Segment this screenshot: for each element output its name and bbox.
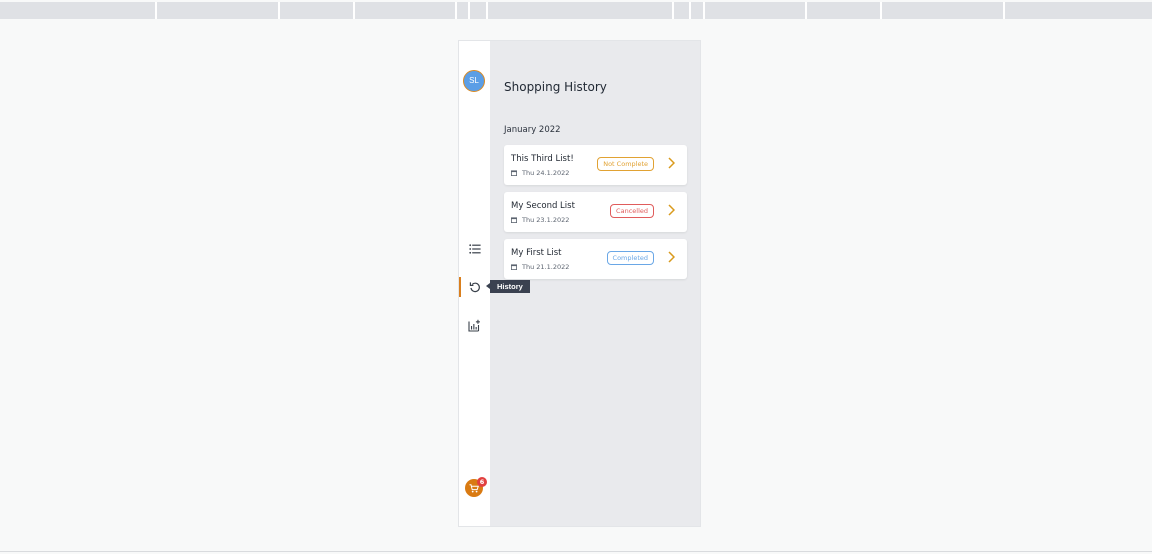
list-item[interactable]: This Third List! Thu 24.1.2022 Not Compl… <box>504 145 687 185</box>
calendar-icon <box>511 170 517 176</box>
month-heading: January 2022 <box>504 125 561 135</box>
bottom-divider <box>0 551 1152 552</box>
page-title: Shopping History <box>504 80 607 94</box>
sidebar-item-statistics[interactable] <box>459 315 490 335</box>
list-date-row: Thu 21.1.2022 <box>511 263 569 271</box>
toolbar-divider <box>455 2 457 19</box>
list-item[interactable]: My First List Thu 21.1.2022 Completed <box>504 239 687 279</box>
history-icon <box>469 282 480 293</box>
toolbar-divider <box>672 2 674 19</box>
toolbar-divider <box>486 2 488 19</box>
toolbar-divider <box>880 2 882 19</box>
toolbar-divider <box>468 2 470 19</box>
list-name: This Third List! <box>511 154 574 164</box>
list-icon <box>468 244 481 254</box>
cart-count-badge: 6 <box>477 477 487 487</box>
list-name: My Second List <box>511 201 575 211</box>
list-item[interactable]: My Second List Thu 23.1.2022 Cancelled <box>504 192 687 232</box>
sidebar-item-lists[interactable] <box>459 239 490 259</box>
toolbar-divider <box>155 2 157 19</box>
chart-add-icon <box>468 319 480 332</box>
calendar-icon <box>511 264 517 270</box>
list-date: Thu 24.1.2022 <box>522 169 570 177</box>
history-tooltip: History <box>486 280 530 293</box>
calendar-icon <box>511 217 517 223</box>
chevron-right-icon[interactable] <box>668 157 675 169</box>
list-name: My First List <box>511 248 562 258</box>
toolbar-divider <box>703 2 705 19</box>
toolbar-divider <box>353 2 355 19</box>
app-window: SL 6 History Shopping History January 20… <box>458 40 701 527</box>
top-toolbar-strip <box>0 2 1152 19</box>
status-badge: Completed <box>606 251 654 265</box>
list-date-row: Thu 23.1.2022 <box>511 216 569 224</box>
chevron-right-icon[interactable] <box>668 251 675 263</box>
status-badge: Not Complete <box>597 157 654 171</box>
status-badge: Cancelled <box>610 204 654 218</box>
toolbar-divider <box>689 2 691 19</box>
list-date-row: Thu 24.1.2022 <box>511 169 569 177</box>
toolbar-divider <box>1003 2 1005 19</box>
toolbar-divider <box>278 2 280 19</box>
toolbar-divider <box>805 2 807 19</box>
chevron-right-icon[interactable] <box>668 204 675 216</box>
avatar[interactable]: SL <box>463 70 485 92</box>
list-date: Thu 21.1.2022 <box>522 263 570 271</box>
list-date: Thu 23.1.2022 <box>522 216 570 224</box>
